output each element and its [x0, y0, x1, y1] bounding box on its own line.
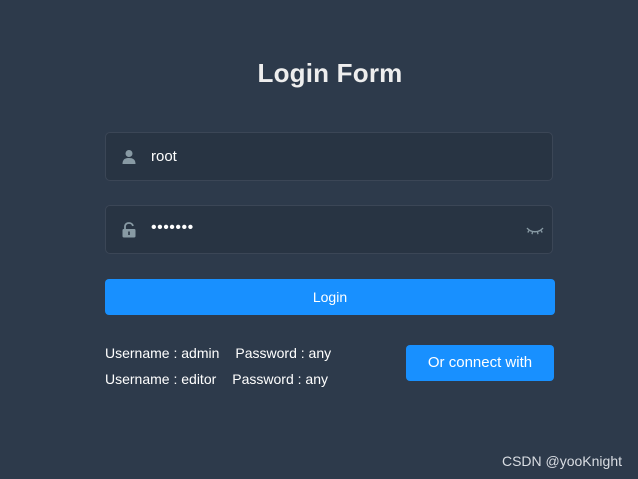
- tip-username: Username : admin: [105, 345, 220, 361]
- eye-closed-icon[interactable]: [526, 223, 544, 237]
- tip-password: Password : any: [235, 345, 332, 361]
- credentials-tip-admin: Username : admin Password : any: [105, 345, 331, 361]
- username-input[interactable]: root: [151, 148, 177, 165]
- tip-username: Username : editor: [105, 371, 217, 387]
- lock-icon: [121, 222, 137, 238]
- password-input[interactable]: •••••••: [151, 219, 194, 237]
- login-button[interactable]: Login: [105, 279, 555, 315]
- credentials-tip-editor: Username : editor Password : any: [105, 371, 328, 387]
- password-field[interactable]: •••••••: [105, 205, 553, 254]
- user-icon: [121, 149, 137, 165]
- page-title: Login Form: [257, 58, 403, 88]
- watermark: CSDN @yooKnight: [501, 453, 622, 469]
- username-field[interactable]: root: [105, 132, 553, 181]
- tip-password: Password : any: [232, 371, 328, 387]
- connect-with-button[interactable]: Or connect with: [406, 345, 554, 381]
